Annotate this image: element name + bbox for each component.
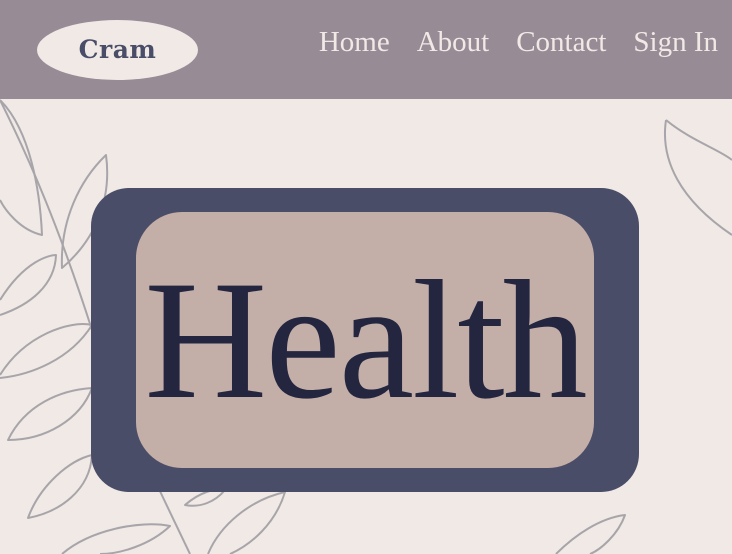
site-header: Cram Home About Contact Sign In bbox=[0, 0, 732, 99]
page: Cram Home About Contact Sign In Health bbox=[0, 0, 732, 554]
leaf-shape bbox=[665, 119, 732, 161]
leaf-shape bbox=[207, 491, 286, 554]
main-nav: Home About Contact Sign In bbox=[319, 26, 718, 59]
logo-text: Cram bbox=[78, 34, 157, 64]
logo-link[interactable]: Cram bbox=[37, 20, 198, 80]
leaf-shape bbox=[27, 454, 93, 519]
nav-about-link[interactable]: About bbox=[417, 26, 490, 59]
leaf-shape bbox=[0, 254, 57, 316]
nav-contact-link[interactable]: Contact bbox=[516, 26, 606, 59]
leaf-shape bbox=[61, 523, 171, 554]
leaf-shape bbox=[7, 387, 93, 441]
hero-card: Health bbox=[136, 212, 594, 468]
hero-title: Health bbox=[144, 246, 587, 434]
leaf-shape bbox=[0, 323, 93, 379]
nav-sign-in-link[interactable]: Sign In bbox=[633, 26, 718, 59]
nav-home-link[interactable]: Home bbox=[319, 26, 390, 59]
leaf-shape bbox=[0, 99, 43, 236]
leaf-stem bbox=[664, 119, 732, 236]
leaf-shape bbox=[555, 514, 626, 554]
